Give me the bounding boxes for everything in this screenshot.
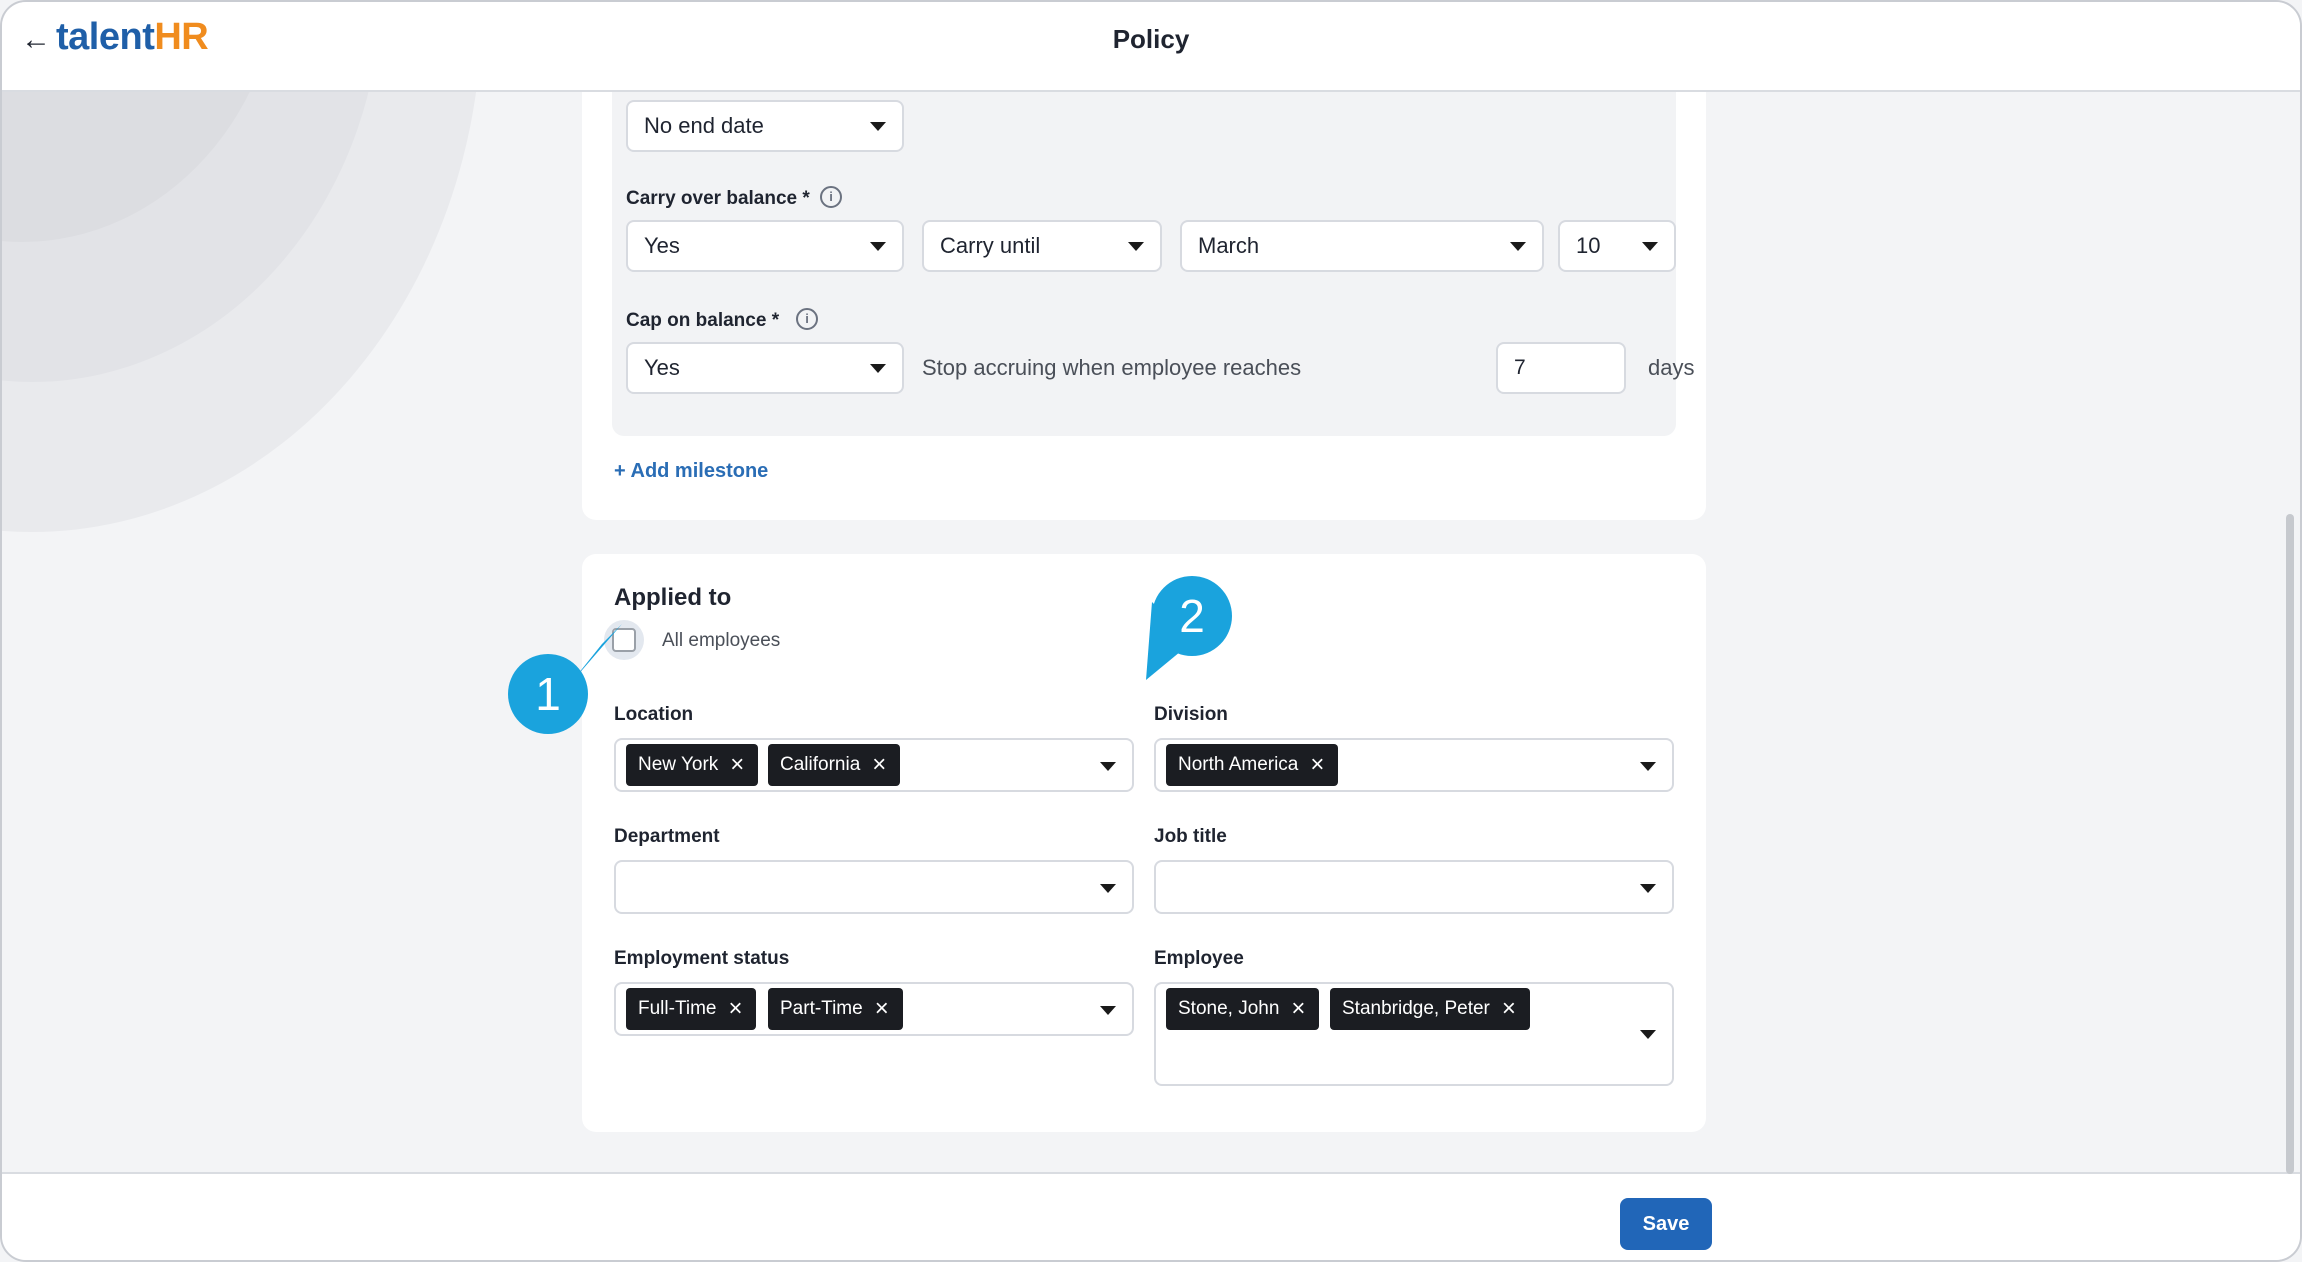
save-button[interactable]: Save — [1620, 1198, 1712, 1250]
department-multiselect[interactable] — [614, 860, 1134, 914]
page-title: Policy — [1112, 24, 1190, 54]
employee-label: Employee — [1154, 948, 1244, 969]
close-icon[interactable]: × — [1306, 744, 1328, 786]
top-bar: ← talentHR Policy — [2, 2, 2300, 92]
carry-month-select[interactable]: March — [1180, 220, 1544, 272]
close-icon[interactable]: × — [1498, 988, 1520, 1030]
scrollbar-thumb[interactable] — [2286, 514, 2294, 1174]
milestone-card: No end date Carry over balance * i Yes C… — [582, 92, 1706, 520]
job-title-label: Job title — [1154, 826, 1227, 847]
employee-multiselect[interactable]: Stone, John × Stanbridge, Peter × — [1154, 982, 1674, 1086]
division-multiselect[interactable]: North America × — [1154, 738, 1674, 792]
employee-chip: Stone, John × — [1166, 988, 1320, 1030]
applied-to-title: Applied to — [614, 584, 732, 611]
footer-bar: Save — [2, 1172, 2300, 1260]
division-label: Division — [1154, 704, 1228, 725]
department-label: Department — [614, 826, 720, 847]
milestone-panel: No end date Carry over balance * i Yes C… — [612, 92, 1694, 436]
caret-down-icon — [870, 364, 886, 373]
days-unit-label: days — [1648, 355, 1695, 380]
cap-days-value: 7 — [1514, 356, 1526, 379]
carry-over-label: Carry over balance * — [626, 188, 810, 209]
cap-days-input[interactable]: 7 — [1496, 342, 1626, 394]
app-window: ← talentHR Policy No end date Carry over… — [0, 0, 2302, 1262]
caret-down-icon — [1128, 242, 1144, 251]
info-icon[interactable]: i — [796, 308, 818, 330]
division-chip: North America × — [1166, 744, 1339, 786]
cap-balance-select[interactable]: Yes — [626, 342, 904, 394]
carry-day-select[interactable]: 10 — [1558, 220, 1676, 272]
caret-down-icon — [1642, 242, 1658, 251]
stop-accruing-text: Stop accruing when employee reaches — [922, 355, 1302, 380]
caret-down-icon — [1100, 1006, 1116, 1015]
employment-status-multiselect[interactable]: Full-Time × Part-Time × — [614, 982, 1134, 1036]
caret-down-icon — [1510, 242, 1526, 251]
employment-status-label: Employment status — [614, 948, 790, 969]
callout-badge-2: 2 — [1152, 576, 1232, 656]
employee-chip: Stanbridge, Peter × — [1330, 988, 1530, 1030]
caret-down-icon — [1100, 762, 1116, 771]
location-multiselect[interactable]: New York × California × — [614, 738, 1134, 792]
caret-down-icon — [1640, 1030, 1656, 1039]
close-icon[interactable]: × — [724, 988, 746, 1030]
close-icon[interactable]: × — [1287, 988, 1309, 1030]
close-icon[interactable]: × — [868, 744, 890, 786]
info-icon[interactable]: i — [820, 186, 842, 208]
caret-down-icon — [1100, 884, 1116, 893]
caret-down-icon — [870, 242, 886, 251]
carry-month-value: March — [1198, 233, 1260, 258]
employment-status-chip: Full-Time × — [626, 988, 757, 1030]
carry-over-select[interactable]: Yes — [626, 220, 904, 272]
carry-day-value: 10 — [1576, 233, 1601, 258]
add-milestone-link[interactable]: + Add milestone — [614, 460, 768, 483]
end-date-select[interactable]: No end date — [626, 100, 904, 152]
employment-status-chip: Part-Time × — [768, 988, 903, 1030]
cap-balance-value: Yes — [644, 355, 680, 380]
end-date-value: No end date — [644, 113, 764, 138]
carry-mode-value: Carry until — [940, 233, 1041, 258]
caret-down-icon — [1640, 884, 1656, 893]
carry-mode-select[interactable]: Carry until — [922, 220, 1162, 272]
caret-down-icon — [870, 122, 886, 131]
carry-over-value: Yes — [644, 233, 680, 258]
job-title-multiselect[interactable] — [1154, 860, 1674, 914]
location-chip: New York × — [626, 744, 759, 786]
location-chip: California × — [768, 744, 901, 786]
callout-badge-1: 1 — [508, 654, 588, 734]
all-employees-label[interactable]: All employees — [662, 630, 780, 652]
close-icon[interactable]: × — [871, 988, 893, 1030]
close-icon[interactable]: × — [726, 744, 748, 786]
caret-down-icon — [1640, 762, 1656, 771]
cap-balance-label: Cap on balance * — [626, 310, 780, 331]
